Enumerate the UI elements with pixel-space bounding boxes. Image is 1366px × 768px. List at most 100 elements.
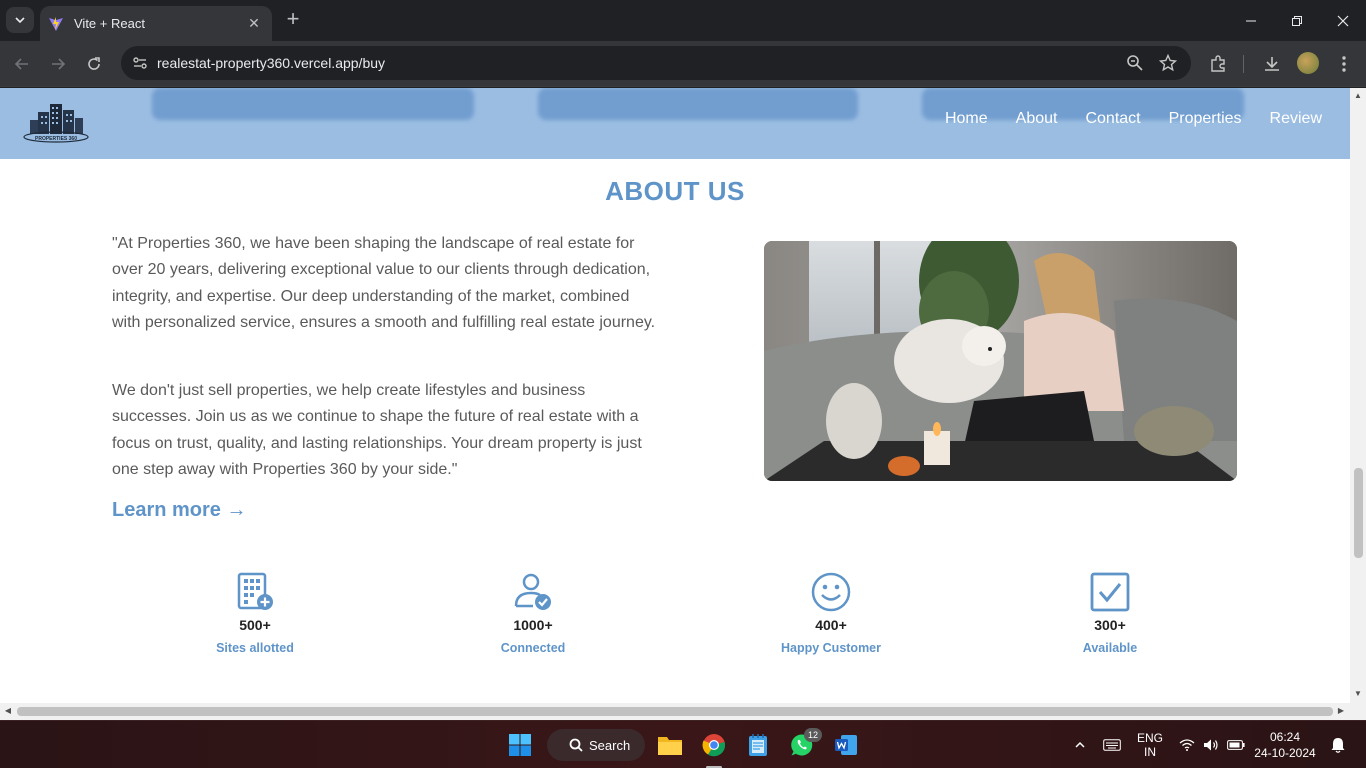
horizontal-scrollbar[interactable]: ◀ ▶ — [0, 703, 1366, 720]
reload-icon — [88, 57, 100, 70]
scroll-right-arrow-icon[interactable]: ▶ — [1336, 706, 1346, 716]
browser-toolbar: realestat-property360.vercel.app/buy — [0, 41, 1366, 87]
clock[interactable]: 06:24 24-10-2024 — [1252, 721, 1318, 768]
notepad-button[interactable] — [742, 729, 774, 761]
clock-time: 06:24 — [1269, 730, 1301, 744]
site-navbar: PROPERTIES 360 Home About Contact Proper… — [0, 88, 1350, 159]
browser-tab[interactable]: Vite + React ✕ — [40, 6, 272, 41]
smiley-icon — [811, 572, 851, 612]
touch-keyboard-button[interactable] — [1100, 721, 1124, 768]
quick-settings-button[interactable] — [1177, 721, 1247, 768]
browser-tabstrip: Vite + React ✕ + — [0, 0, 1366, 41]
stat-happy-customer: 400+ Happy Customer — [731, 572, 931, 655]
back-button[interactable] — [9, 51, 35, 77]
stat-value: 500+ — [239, 617, 271, 633]
stat-sites-allotted: 500+ Sites allotted — [155, 572, 355, 655]
stat-value: 1000+ — [513, 617, 553, 633]
extensions-button[interactable] — [1207, 53, 1229, 75]
close-window-button[interactable] — [1320, 0, 1366, 41]
nav-link-review[interactable]: Review — [1270, 110, 1322, 128]
horizontal-scroll-thumb[interactable] — [17, 707, 1333, 716]
nav-link-properties[interactable]: Properties — [1169, 110, 1242, 128]
nav-link-about[interactable]: About — [1016, 110, 1058, 128]
building-plus-icon — [237, 572, 273, 610]
word-icon — [835, 735, 857, 755]
reload-button[interactable] — [81, 51, 107, 77]
show-hidden-icons-button[interactable] — [1068, 721, 1092, 768]
stat-available: 300+ Available — [1010, 572, 1210, 655]
close-icon — [1337, 15, 1349, 26]
learn-more-link[interactable]: Learn more → — [112, 499, 246, 522]
puzzle-icon — [1211, 55, 1225, 72]
checkbox-icon — [1090, 572, 1130, 612]
site-nav-links: Home About Contact Properties Review — [917, 110, 1322, 128]
about-paragraph-1: "At Properties 360, we have been shaping… — [112, 235, 656, 331]
windows-taskbar: Search ENG IN 06:24 24-10-2024 — [0, 720, 1366, 768]
user-check-icon — [514, 573, 551, 610]
about-paragraph-2: We don't just sell properties, we help c… — [112, 382, 642, 478]
vertical-scroll-thumb[interactable] — [1354, 468, 1363, 558]
about-photo — [764, 241, 1237, 481]
properties-360-logo[interactable]: PROPERTIES 360 — [22, 102, 90, 146]
wifi-icon — [1179, 739, 1195, 751]
language-code: ENG — [1136, 731, 1163, 745]
windows-logo-icon — [509, 734, 531, 756]
notifications-button[interactable] — [1328, 721, 1348, 768]
minimize-button[interactable] — [1228, 0, 1274, 41]
stat-label: Happy Customer — [780, 641, 882, 655]
toolbar-divider — [1243, 55, 1244, 73]
arrow-left-icon — [14, 58, 28, 70]
keyboard-icon — [1103, 739, 1121, 751]
search-icon — [569, 738, 583, 752]
site-settings-icon[interactable] — [131, 54, 149, 72]
zoom-icon[interactable] — [1126, 54, 1144, 72]
chrome-menu-button[interactable] — [1333, 53, 1355, 75]
stat-label: Connected — [500, 641, 566, 655]
folder-icon — [658, 737, 682, 755]
nav-link-home[interactable]: Home — [945, 110, 988, 128]
language-indicator[interactable]: ENG IN — [1130, 721, 1170, 768]
stat-label: Available — [1082, 641, 1138, 655]
chrome-taskbar-button[interactable] — [698, 729, 730, 761]
tab-title: Vite + React — [74, 16, 145, 31]
word-button[interactable] — [830, 729, 862, 761]
scroll-up-arrow-icon[interactable]: ▲ — [1353, 91, 1363, 101]
restore-button[interactable] — [1274, 0, 1320, 41]
download-icon — [1265, 57, 1279, 71]
more-vertical-icon — [1342, 56, 1346, 72]
blurred-button — [538, 88, 858, 120]
page-viewport: PROPERTIES 360 Home About Contact Proper… — [0, 88, 1350, 703]
region-code: IN — [1144, 745, 1156, 759]
notepad-icon — [749, 734, 767, 756]
arrow-right-icon — [52, 58, 66, 70]
address-bar[interactable]: realestat-property360.vercel.app/buy — [121, 46, 1191, 80]
taskbar-search-label: Search — [589, 737, 631, 753]
bookmark-star-icon[interactable] — [1159, 54, 1177, 72]
about-title: ABOUT US — [605, 176, 745, 206]
chrome-icon — [702, 734, 726, 757]
clock-date: 24-10-2024 — [1254, 746, 1316, 760]
start-button[interactable] — [504, 729, 536, 761]
vite-favicon-icon — [49, 16, 63, 31]
battery-icon — [1227, 740, 1245, 750]
scroll-down-arrow-icon[interactable]: ▼ — [1353, 689, 1363, 699]
nav-link-contact[interactable]: Contact — [1085, 110, 1140, 128]
tab-search-button[interactable] — [6, 7, 34, 33]
downloads-button[interactable] — [1261, 53, 1283, 75]
whatsapp-unread-badge: 12 — [804, 728, 822, 742]
forward-button[interactable] — [45, 51, 71, 77]
stat-connected: 1000+ Connected — [433, 572, 633, 655]
tab-close-icon[interactable]: ✕ — [246, 15, 262, 32]
file-explorer-button[interactable] — [654, 729, 686, 761]
taskbar-search[interactable]: Search — [547, 729, 645, 761]
new-tab-button[interactable]: + — [282, 8, 304, 31]
bell-icon — [1331, 738, 1345, 753]
url-text: realestat-property360.vercel.app/buy — [157, 55, 386, 71]
scroll-left-arrow-icon[interactable]: ◀ — [3, 706, 13, 716]
blurred-button — [152, 88, 474, 120]
vertical-scrollbar[interactable]: ▲ ▼ — [1350, 88, 1366, 703]
stat-value: 300+ — [1094, 617, 1126, 633]
chevron-down-icon — [15, 17, 25, 24]
profile-avatar[interactable] — [1297, 52, 1319, 74]
volume-icon — [1204, 739, 1218, 751]
